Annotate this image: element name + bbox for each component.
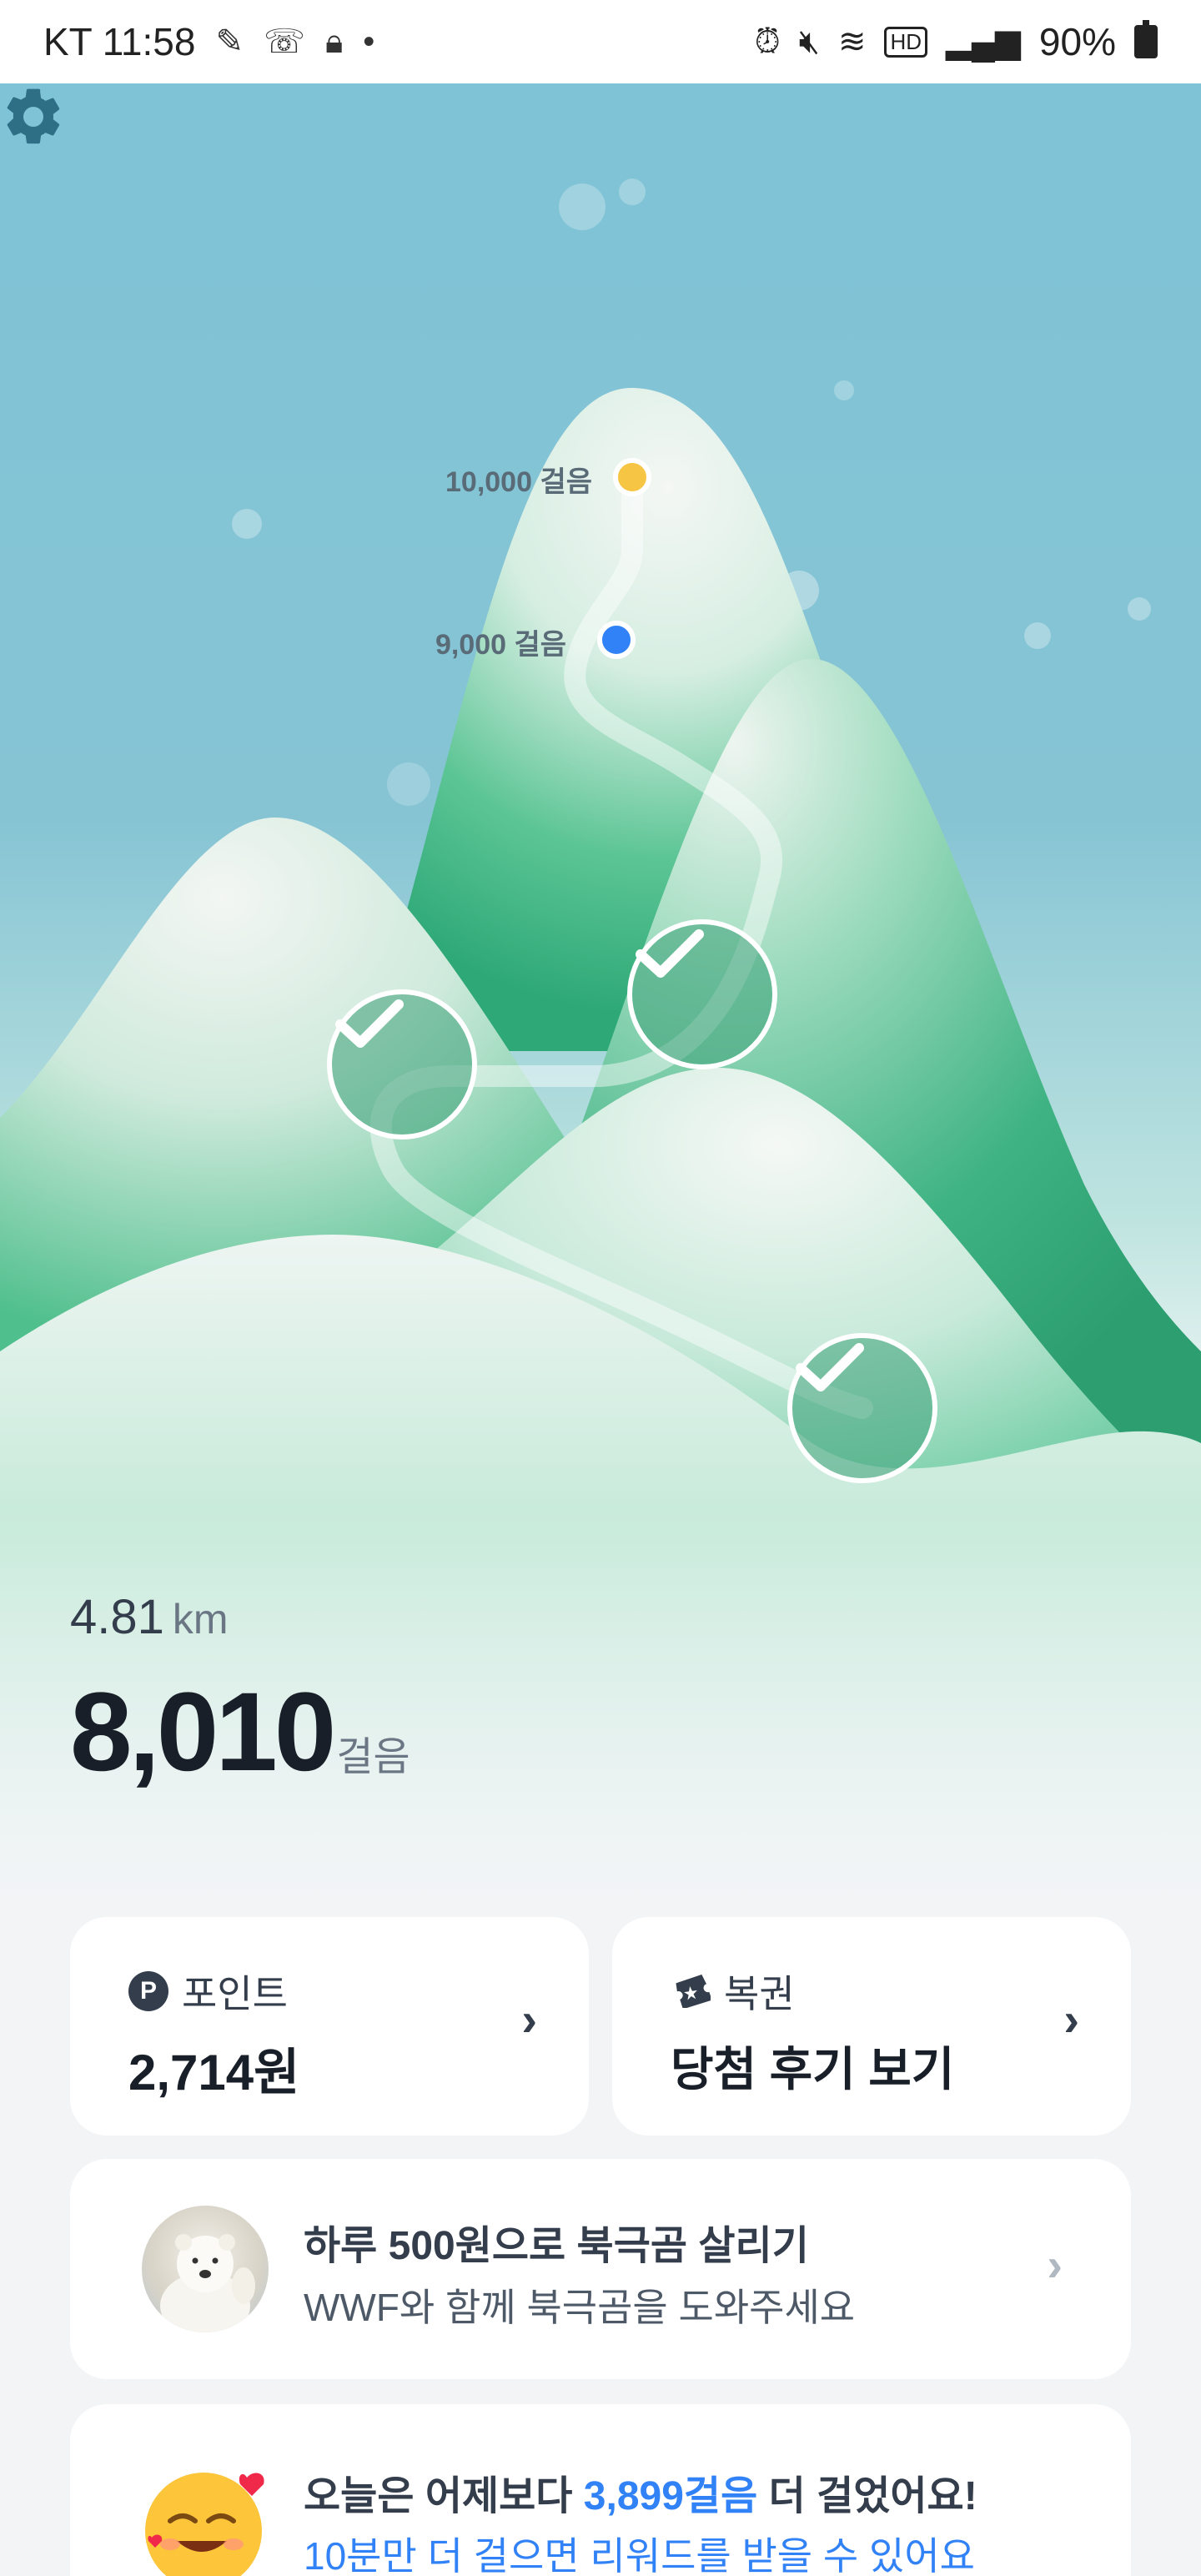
snow-bubble (232, 509, 262, 539)
polar-bear-donation-card[interactable]: 하루 500원으로 북극곰 살리기 WWF와 함께 북극곰을 도와주세요 › (70, 2159, 1131, 2379)
lottery-label-row: 복권 (671, 1964, 795, 2019)
snow-bubble (834, 380, 854, 400)
chevron-right-icon: › (1047, 2238, 1063, 2291)
points-label-row: P 포인트 (128, 1964, 288, 2019)
notification-icon: ✎ (215, 23, 244, 60)
milestone-dot-9000 (597, 621, 636, 659)
points-icon: P (128, 1971, 168, 2011)
distance-readout: 4.81 km (70, 1589, 229, 1645)
lock-icon: 🔒︎ (324, 23, 344, 60)
completed-checkpoint (327, 989, 477, 1140)
more-notifications-icon: • (363, 23, 375, 60)
hd-icon: HD (884, 26, 928, 58)
status-right: ⏰︎ 🔇︎ ≋ HD ▂▄▆ 90% (755, 19, 1158, 64)
steps-value: 8,010 (70, 1670, 336, 1794)
settings-gear-icon[interactable] (0, 83, 67, 150)
status-bar: KT 11:58 ✎ ☏ 🔒︎ • ⏰︎ 🔇︎ ≋ HD ▂▄▆ 90% (0, 0, 1201, 83)
volte-icon: ☏ (263, 23, 305, 60)
snow-bubble (1024, 622, 1051, 649)
battery-percent: 90% (1038, 20, 1116, 63)
check-icon (335, 999, 404, 1048)
check-icon (636, 929, 704, 978)
comparison-suffix: 더 걸었어요! (757, 2474, 977, 2518)
donate-title: 하루 500원으로 북극곰 살리기 (304, 2224, 809, 2268)
alarm-icon: ⏰︎ (754, 23, 781, 60)
snow-bubble (1128, 597, 1151, 621)
battery-icon (1134, 20, 1158, 58)
donate-subtitle: WWF와 함께 북극곰을 도와주세요 (304, 2286, 856, 2329)
chevron-right-icon: › (521, 1993, 537, 2045)
distance-value: 4.81 (70, 1590, 164, 1644)
comparison-steps: 3,899걸음 (583, 2474, 758, 2518)
reward-hint: 10분만 더 걸으면 리워드를 받을 수 있어요 (304, 2534, 975, 2576)
smiling-hearts-emoji-icon (145, 2473, 264, 2576)
status-left: KT 11:58 ✎ ☏ 🔒︎ • (43, 19, 374, 64)
points-value: 2,714원 (128, 2045, 300, 2101)
lottery-label: 복권 (724, 1972, 795, 2015)
milestone-dot-10000 (613, 458, 651, 496)
snow-bubble (619, 179, 646, 205)
carrier-time: KT 11:58 (43, 20, 196, 63)
snow-bubble (387, 762, 430, 806)
mute-icon: 🔇︎ (798, 23, 820, 60)
polar-bear-image (160, 2234, 255, 2332)
polar-bear-avatar (142, 2206, 269, 2332)
wifi-icon: ≋ (837, 23, 867, 60)
lottery-value: 당첨 후기 보기 (671, 2043, 955, 2096)
snow-bubble (559, 184, 606, 230)
distance-unit: km (172, 1596, 229, 1643)
lottery-card[interactable]: 복권 당첨 후기 보기 › (612, 1917, 1131, 2136)
comparison-prefix: 오늘은 어제보다 (304, 2474, 584, 2518)
signal-icon: ▂▄▆ (946, 23, 1021, 60)
chevron-right-icon: › (1063, 1993, 1079, 2045)
step-comparison-card: 오늘은 어제보다 3,899걸음 더 걸었어요! 10분만 더 걸으면 리워드를… (70, 2404, 1131, 2576)
milestone-label-9000: 9,000 걸음 (435, 629, 567, 661)
points-card[interactable]: P 포인트 2,714원 › (70, 1917, 589, 2136)
milestone-label-10000: 10,000 걸음 (445, 466, 592, 498)
completed-checkpoint (627, 919, 777, 1069)
steps-unit: 걸음 (336, 1735, 410, 1779)
ticket-icon (676, 1975, 711, 2008)
emoji-faces (148, 2473, 264, 2552)
completed-checkpoint (787, 1333, 937, 1483)
comparison-message: 오늘은 어제보다 3,899걸음 더 걸었어요! (304, 2463, 977, 2521)
step-count: 8,010걸음 (70, 1668, 410, 1796)
points-label: 포인트 (182, 1972, 288, 2015)
check-icon (796, 1343, 864, 1391)
